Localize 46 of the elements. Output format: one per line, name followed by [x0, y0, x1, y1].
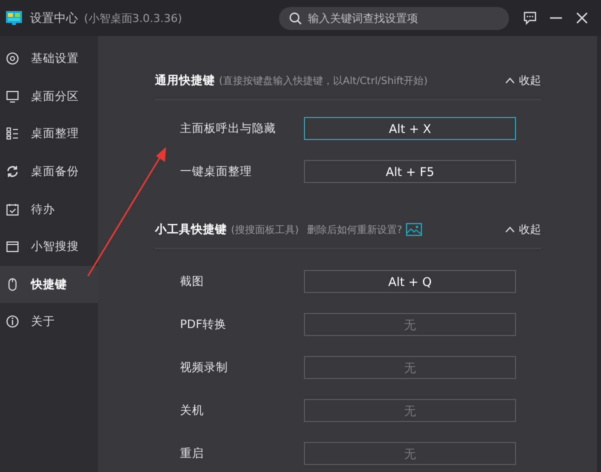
- mouse-icon: [6, 278, 19, 291]
- shortcut-label: 视频录制: [180, 360, 229, 375]
- gear-icon: [6, 52, 19, 66]
- image-icon[interactable]: [406, 223, 422, 236]
- shortcut-label: 重启: [180, 446, 205, 461]
- section-title: 小工具快捷键: [155, 222, 227, 237]
- info-icon: [6, 315, 19, 328]
- shortcut-label: 主面板呼出与隐藏: [180, 121, 277, 136]
- app-logo-icon: [6, 11, 22, 25]
- collapse-button[interactable]: 收起: [505, 73, 541, 88]
- section-title: 通用快捷键: [155, 73, 215, 88]
- feedback-icon[interactable]: [523, 11, 537, 25]
- monitor-icon: [6, 90, 19, 103]
- shortcut-field[interactable]: 无: [304, 313, 516, 336]
- sidebar-item[interactable]: 基础设置: [0, 40, 98, 78]
- window-title: 设置中心: [30, 10, 78, 26]
- close-icon[interactable]: [575, 11, 589, 25]
- sidebar-item[interactable]: 待办: [0, 190, 98, 228]
- sidebar-item[interactable]: 桌面分区: [0, 78, 98, 116]
- shortcut-field[interactable]: Alt + X: [304, 117, 516, 140]
- calendar-icon: [6, 202, 19, 216]
- caret-icon: [505, 226, 515, 233]
- sidebar-item[interactable]: 小智搜搜: [0, 228, 98, 266]
- window-icon: [6, 240, 19, 254]
- sidebar-item[interactable]: 关于: [0, 303, 98, 341]
- shortcut-label: PDF转换: [180, 317, 228, 332]
- list-icon: [6, 127, 19, 140]
- help-link[interactable]: 删除后如何重新设置?: [306, 222, 402, 236]
- app-version: (小智桌面3.0.3.36): [84, 10, 182, 26]
- sidebar-item[interactable]: 快捷键: [0, 266, 98, 304]
- shortcut-label: 一键桌面整理: [180, 164, 253, 179]
- shortcut-field[interactable]: 无: [304, 442, 516, 465]
- caret-icon: [505, 77, 515, 84]
- search-field[interactable]: 输入关键词查找设置项: [279, 6, 509, 30]
- shortcut-field[interactable]: 无: [304, 356, 516, 379]
- shortcut-field[interactable]: Alt + Q: [304, 270, 516, 293]
- section-hint: (直接按键盘输入快捷键，以Alt/Ctrl/Shift开始): [219, 74, 428, 88]
- sidebar-item[interactable]: 桌面整理: [0, 115, 98, 153]
- shortcut-field[interactable]: Alt + F5: [304, 160, 516, 183]
- shortcut-field[interactable]: 无: [304, 399, 516, 422]
- shortcut-label: 关机: [180, 403, 205, 418]
- sync-icon: [6, 165, 19, 178]
- sidebar-item[interactable]: 桌面备份: [0, 152, 98, 190]
- section-hint: (搜搜面板工具): [231, 224, 299, 236]
- collapse-button[interactable]: 收起: [505, 222, 541, 237]
- shortcut-label: 截图: [180, 274, 205, 289]
